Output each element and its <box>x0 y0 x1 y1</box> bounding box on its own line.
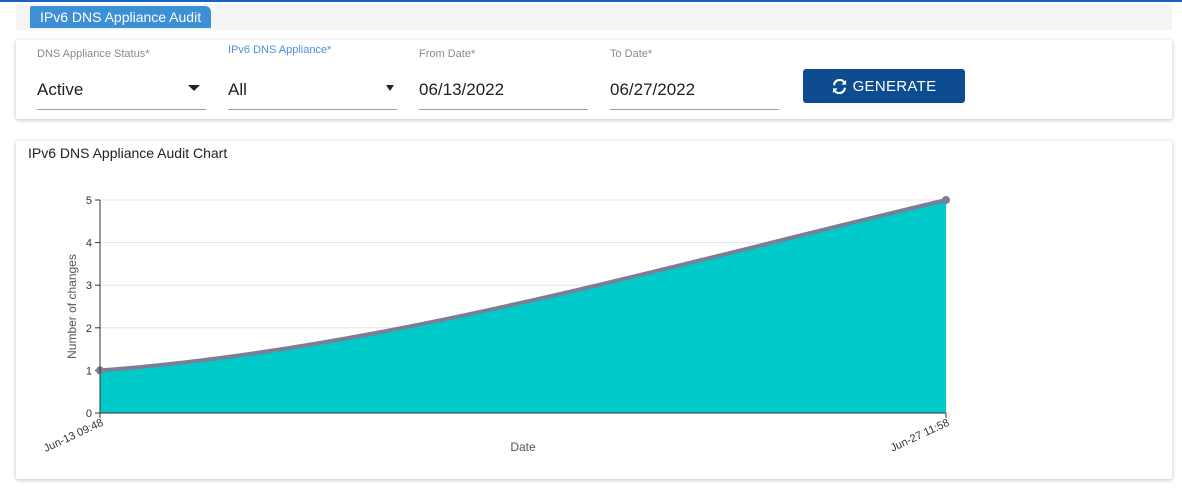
status-label: DNS Appliance Status* <box>37 48 150 60</box>
y-tick-label: 0 <box>86 408 92 420</box>
x-axis-title: Date <box>510 440 536 454</box>
from-date-value: 06/13/2022 <box>419 80 505 99</box>
x-tick-label: Jun-27 11:58 <box>889 417 952 455</box>
from-date-field[interactable]: From Date* 06/13/2022 <box>419 40 589 119</box>
from-date-underline <box>419 109 588 110</box>
y-tick-label: 3 <box>86 280 92 292</box>
appliance-label: IPv6 DNS Appliance* <box>228 44 332 56</box>
y-tick-label: 1 <box>86 365 92 377</box>
status-underline <box>37 109 206 110</box>
refresh-icon <box>832 78 846 94</box>
top-accent-line <box>0 0 1182 2</box>
generate-button[interactable]: GENERATE <box>803 69 965 103</box>
to-date-label: To Date* <box>610 48 653 60</box>
caret-down-icon <box>386 85 394 91</box>
data-point <box>942 196 950 204</box>
appliance-value: All <box>228 80 247 99</box>
y-axis-title: Number of changes <box>65 254 79 359</box>
to-date-value: 06/27/2022 <box>610 80 696 99</box>
filter-card: DNS Appliance Status* Active IPv6 DNS Ap… <box>16 40 1172 119</box>
appliance-select[interactable]: IPv6 DNS Appliance* All <box>228 40 398 119</box>
status-select[interactable]: DNS Appliance Status* Active <box>37 40 207 119</box>
appliance-underline <box>228 109 397 110</box>
caret-down-icon <box>188 85 200 91</box>
x-tick-label: Jun-13 09:48 <box>42 417 105 455</box>
y-tick-label: 5 <box>86 195 92 207</box>
to-date-underline <box>610 109 779 110</box>
y-tick-label: 4 <box>86 238 92 250</box>
to-date-field[interactable]: To Date* 06/27/2022 <box>610 40 780 119</box>
y-tick-label: 2 <box>86 323 92 335</box>
status-value: Active <box>37 80 84 99</box>
chart-card: IPv6 DNS Appliance Audit Chart 0 1 2 3 4 5 Jun… <box>16 141 1172 479</box>
from-date-label: From Date* <box>419 48 476 60</box>
audit-area-chart: 0 1 2 3 4 5 Jun-13 09:48 Jun-27 11:58 Date Number… <box>42 195 952 455</box>
page-title-tab: IPv6 DNS Appliance Audit <box>30 6 212 28</box>
generate-label: GENERATE <box>852 77 937 95</box>
